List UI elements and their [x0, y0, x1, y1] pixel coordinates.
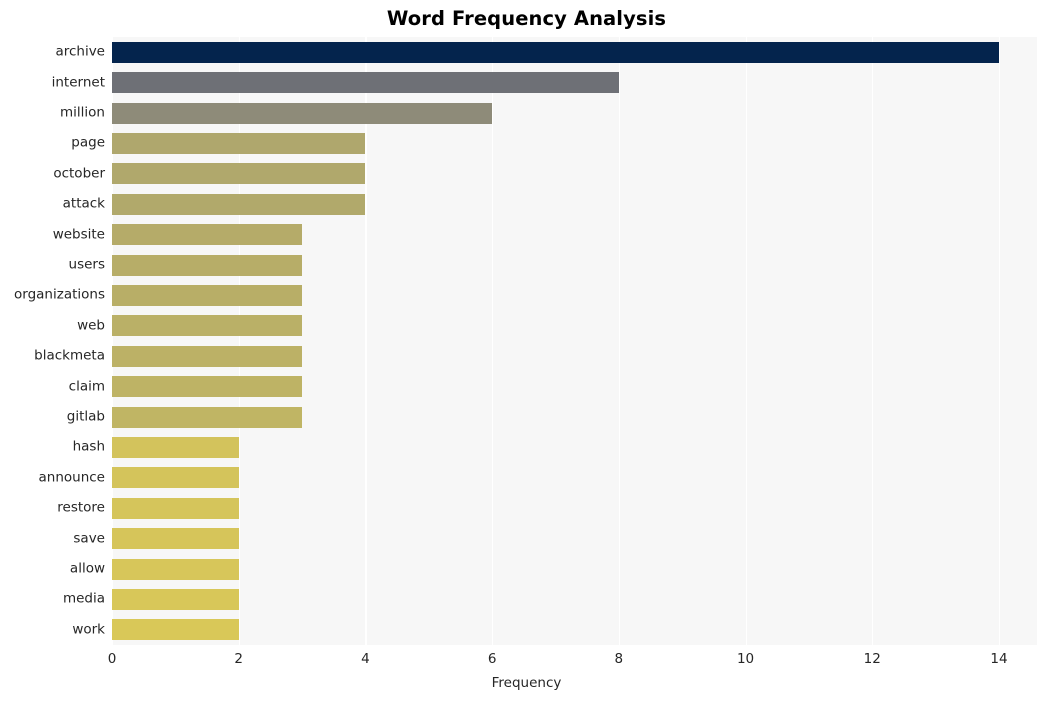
bar-hash[interactable]: [112, 436, 239, 458]
bar-gitlab[interactable]: [112, 406, 303, 428]
y-axis-labels: archive internet million page october attack w…: [0, 37, 105, 645]
y-tick-label-blackmeta: blackmeta: [34, 347, 105, 364]
chart-title: Word Frequency Analysis: [386, 7, 667, 30]
x-tick-label-0: 0: [107, 651, 117, 667]
bar-allow[interactable]: [112, 558, 239, 580]
y-tick-label-attack: attack: [62, 195, 105, 212]
bar-internet[interactable]: [112, 72, 619, 94]
y-tick-label-web: web: [77, 317, 105, 334]
x-axis-ticks: 0 2 4 6 8 10 12 14: [0, 651, 1053, 673]
bar-organizations[interactable]: [112, 284, 303, 306]
y-tick-label-gitlab: gitlab: [66, 408, 105, 425]
bar-users[interactable]: [112, 254, 303, 276]
bar-october[interactable]: [112, 163, 366, 185]
y-tick-label-allow: allow: [69, 560, 105, 577]
y-tick-label-internet: internet: [51, 73, 105, 90]
word-frequency-chart: Word Frequency Analysis archive internet m…: [0, 0, 1053, 701]
bar-claim[interactable]: [112, 376, 303, 398]
y-tick-label-hash: hash: [72, 438, 105, 455]
bar-media[interactable]: [112, 588, 239, 610]
bar-million[interactable]: [112, 102, 493, 124]
bar-work[interactable]: [112, 619, 239, 641]
x-tick-label-4: 4: [361, 651, 370, 667]
x-axis-title: Frequency: [491, 675, 562, 691]
y-tick-label-claim: claim: [68, 377, 105, 394]
y-tick-label-million: million: [60, 104, 105, 121]
bar-attack[interactable]: [112, 193, 366, 215]
bar-archive[interactable]: [112, 41, 999, 63]
bar-page[interactable]: [112, 132, 366, 154]
y-tick-label-restore: restore: [57, 499, 105, 516]
bar-restore[interactable]: [112, 497, 239, 519]
bar-web[interactable]: [112, 315, 303, 337]
x-tick-label-12: 12: [863, 651, 881, 667]
plot-area: [112, 37, 1037, 645]
bars-group: [112, 37, 1037, 645]
x-tick-label-6: 6: [487, 651, 497, 667]
y-tick-label-announce: announce: [38, 469, 106, 486]
bar-website[interactable]: [112, 224, 303, 246]
bar-save[interactable]: [112, 528, 239, 550]
y-tick-label-media: media: [62, 590, 105, 607]
y-tick-label-page: page: [71, 134, 105, 151]
bar-announce[interactable]: [112, 467, 239, 489]
y-tick-label-archive: archive: [55, 43, 105, 60]
x-tick-label-14: 14: [990, 651, 1008, 667]
x-tick-label-2: 2: [234, 651, 243, 667]
x-tick-label-8: 8: [614, 651, 624, 667]
x-tick-label-10: 10: [736, 651, 755, 667]
y-tick-label-organizations: organizations: [14, 286, 105, 303]
y-tick-label-save: save: [73, 529, 105, 546]
y-tick-label-users: users: [68, 256, 105, 273]
y-tick-label-october: october: [53, 165, 105, 182]
bar-blackmeta[interactable]: [112, 345, 303, 367]
y-tick-label-work: work: [72, 621, 105, 638]
y-tick-label-website: website: [52, 225, 105, 242]
